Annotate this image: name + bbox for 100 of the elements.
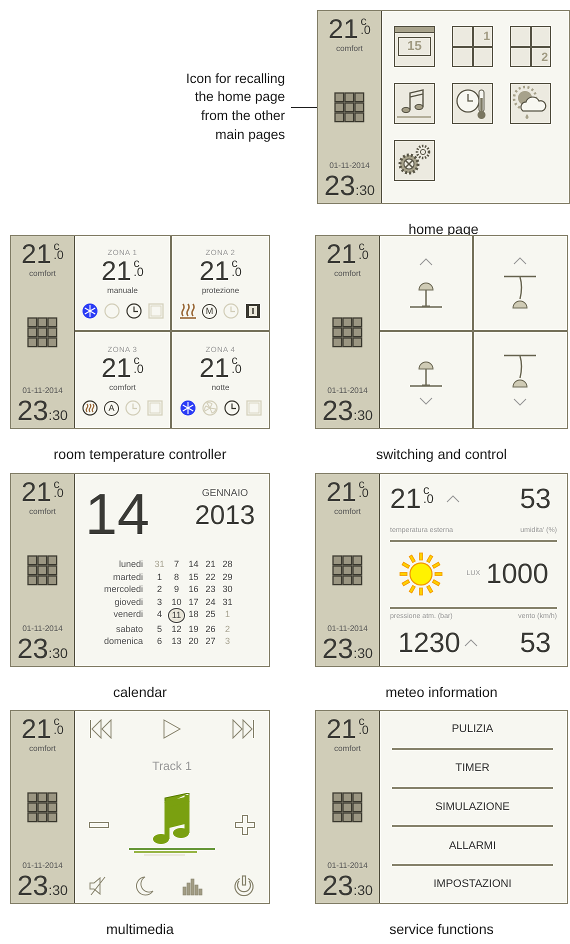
mode-indicator: M bbox=[202, 304, 217, 319]
mode-label: comfort bbox=[334, 268, 361, 280]
calendar-day[interactable]: 9 bbox=[168, 583, 185, 596]
temperature-value: 21 bbox=[101, 355, 132, 382]
screen-caption: switching and control bbox=[375, 445, 508, 464]
calendar-day[interactable]: 24 bbox=[202, 596, 219, 608]
calendar-day[interactable]: 26 bbox=[202, 622, 219, 635]
day-number: 14 bbox=[85, 486, 150, 544]
unit-label: c bbox=[53, 717, 60, 726]
calendar-day[interactable]: 27 bbox=[202, 635, 219, 648]
clock-thermometer-tile[interactable] bbox=[452, 83, 493, 124]
calendar-day[interactable]: 13 bbox=[168, 635, 185, 648]
home-grid-icon[interactable] bbox=[332, 317, 363, 348]
mode-label: comfort bbox=[109, 382, 136, 394]
music-tile[interactable] bbox=[394, 83, 435, 124]
service-menu-item[interactable]: SIMULAZIONE bbox=[435, 798, 510, 816]
weekday-label: domenica bbox=[102, 635, 144, 648]
decimal-value: .0 bbox=[53, 726, 64, 736]
home-grid-icon[interactable] bbox=[334, 92, 365, 123]
service-menu-item[interactable]: TIMER bbox=[455, 760, 490, 776]
calendar-day[interactable]: 25 bbox=[202, 608, 219, 622]
temperature-value: 21 bbox=[328, 16, 358, 43]
temperature-value: 21 bbox=[21, 479, 52, 506]
lux-value: 1000 bbox=[486, 557, 548, 591]
minute-value: :30 bbox=[48, 646, 68, 660]
skip-back-icon[interactable] bbox=[89, 719, 113, 739]
calendar-day[interactable]: 29 bbox=[219, 570, 236, 583]
weekday-label: giovedi bbox=[113, 596, 144, 608]
calendar-day[interactable]: 28 bbox=[219, 558, 236, 570]
temperature-value: 21 bbox=[390, 485, 422, 513]
calendar-day[interactable]: 30 bbox=[219, 583, 236, 596]
calendar-day[interactable]: 16 bbox=[185, 583, 202, 596]
weekday-label: mercoledi bbox=[102, 583, 144, 596]
weekday-label: martedi bbox=[112, 570, 144, 583]
chevron-up-icon[interactable] bbox=[418, 258, 433, 266]
pressure-value: 1230 bbox=[398, 626, 460, 660]
decimal-value: .0 bbox=[53, 251, 64, 260]
music-note-icon bbox=[127, 793, 217, 857]
calendar-day[interactable]: 2 bbox=[151, 583, 168, 596]
service-menu-item[interactable]: ALLARMI bbox=[448, 838, 496, 854]
chevron-down-icon[interactable] bbox=[513, 398, 528, 406]
decimal-value: .0 bbox=[360, 26, 371, 36]
calendar-day[interactable]: 20 bbox=[185, 635, 202, 648]
home-grid-icon[interactable] bbox=[27, 792, 58, 823]
leader-line bbox=[291, 106, 317, 108]
service-menu-item[interactable]: IMPOSTAZIONI bbox=[433, 876, 512, 893]
date-label: 01-11-2014 bbox=[327, 860, 368, 872]
unit-label: c bbox=[423, 486, 430, 496]
decimal-value: .0 bbox=[133, 365, 144, 374]
skip-forward-icon[interactable] bbox=[231, 719, 255, 739]
minute-value: :30 bbox=[353, 883, 373, 897]
calendar-day[interactable]: 17 bbox=[185, 596, 202, 608]
home-grid-icon[interactable] bbox=[332, 792, 363, 823]
calendar-day[interactable]: 14 bbox=[185, 558, 202, 570]
minus-icon[interactable] bbox=[89, 822, 109, 828]
calendar-day[interactable]: 8 bbox=[168, 570, 185, 583]
hour-value: 23 bbox=[17, 397, 48, 425]
moon-icon[interactable] bbox=[136, 876, 154, 896]
calendar-day[interactable]: 22 bbox=[202, 570, 219, 583]
calendar-day[interactable]: 4 bbox=[151, 608, 168, 622]
calendar-day[interactable]: 5 bbox=[151, 622, 168, 635]
home-grid-icon[interactable] bbox=[27, 555, 58, 586]
date-label: 01-11-2014 bbox=[22, 385, 63, 397]
chevron-up-icon[interactable] bbox=[464, 639, 478, 647]
calendar-day[interactable]: 15 bbox=[185, 570, 202, 583]
home-grid-icon[interactable] bbox=[27, 317, 58, 348]
unit-label: c bbox=[53, 480, 60, 490]
mute-icon[interactable] bbox=[89, 876, 107, 896]
chevron-up-icon[interactable] bbox=[513, 257, 528, 265]
equalizer-icon[interactable] bbox=[182, 876, 204, 896]
pendant-lamp-icon bbox=[502, 275, 538, 309]
chevron-down-icon[interactable] bbox=[418, 397, 433, 405]
unit-label: c bbox=[358, 717, 365, 726]
calendar-day[interactable]: 3 bbox=[151, 596, 168, 608]
decimal-value: .0 bbox=[133, 268, 144, 278]
calendar-day[interactable]: 21 bbox=[202, 558, 219, 570]
calendar-day[interactable]: 23 bbox=[202, 583, 219, 596]
gears-tile[interactable] bbox=[394, 140, 435, 181]
home-grid-icon[interactable] bbox=[332, 555, 363, 586]
calendar-day[interactable]: 1 bbox=[151, 570, 168, 583]
weather-tile[interactable] bbox=[510, 83, 551, 124]
unit-label: c bbox=[358, 242, 365, 252]
calendar-day[interactable]: 19 bbox=[185, 622, 202, 635]
mode-label: comfort bbox=[29, 743, 56, 755]
chevron-up-icon[interactable] bbox=[446, 495, 460, 503]
calendar-day[interactable]: 11 bbox=[168, 608, 185, 622]
date-label: 01-11-2014 bbox=[327, 385, 368, 397]
screen-caption: multimedia bbox=[105, 920, 175, 939]
play-icon[interactable] bbox=[163, 719, 181, 739]
annotation-text: Icon for recalling the home page from the other main pages bbox=[186, 70, 285, 144]
calendar-day[interactable]: 31 bbox=[219, 596, 236, 608]
power-icon[interactable] bbox=[232, 875, 255, 897]
plus-icon[interactable] bbox=[235, 815, 255, 835]
calendar-day[interactable]: 7 bbox=[168, 558, 185, 570]
calendar-day[interactable]: 12 bbox=[168, 622, 185, 635]
calendar-day[interactable]: 6 bbox=[151, 635, 168, 648]
service-menu-item[interactable]: PULIZIA bbox=[452, 721, 494, 738]
temperature-value: 21 bbox=[326, 241, 356, 268]
calendar-day[interactable]: 10 bbox=[168, 596, 185, 608]
calendar-day[interactable]: 18 bbox=[185, 608, 202, 622]
